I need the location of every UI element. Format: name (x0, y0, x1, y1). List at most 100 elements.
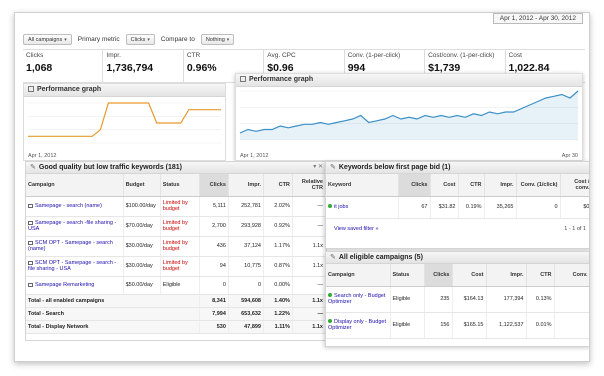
col-clicks[interactable]: Clicks (199, 174, 229, 197)
col-clicks[interactable]: Clicks (424, 264, 453, 287)
ctr-cell: 0.19% (458, 196, 485, 219)
graph-icon (240, 76, 246, 82)
budget-cell: $30.00/day (123, 236, 161, 257)
series-area (240, 91, 578, 140)
panel-header: ✎ Good quality but low traffic keywords (… (26, 162, 326, 174)
col-cost[interactable]: Cost (452, 264, 487, 287)
impr-cell: 177,394 (486, 286, 527, 313)
campaign-icon (28, 220, 33, 225)
clicks-cell: 235 (424, 286, 453, 313)
campaign-icon (28, 240, 33, 245)
keyword-cell: it jobs (326, 196, 399, 219)
chevron-down-icon: ▾ (64, 36, 67, 43)
col-campaign[interactable]: Campaign (326, 264, 391, 287)
keywords-table: Campaign Budget Status Clicks Impr. CTR … (26, 174, 326, 334)
ctr-cell: 1.11% (263, 320, 293, 334)
campaign-link[interactable]: Display only - Budget Optimizer (328, 319, 386, 332)
col-keyword[interactable]: Keyword (326, 174, 399, 197)
relative-ctr-cell: 1.1x (292, 320, 326, 334)
relative-ctr-cell: 1.1x (292, 294, 326, 308)
col-conv[interactable]: Conv. (1/click) (516, 174, 561, 197)
col-status[interactable]: Status (390, 264, 425, 287)
impr-cell: 37,124 (228, 236, 265, 257)
budget-cell: $70.00/day (123, 216, 161, 237)
primary-metric-label: Primary metric (77, 35, 120, 43)
status-cell: Eligible (160, 276, 200, 295)
relative-ctr-cell: 1.1x (292, 256, 326, 277)
graph-title: Performance graph (37, 86, 102, 93)
budget-cell: $100.00/day (123, 196, 161, 217)
compare-to-label: Compare to (160, 35, 195, 43)
relative-ctr-cell: 1.1x (292, 236, 326, 257)
metric-clicks[interactable]: Clicks 1,068 (23, 50, 102, 82)
clicks-cell: 0 (199, 276, 229, 295)
clicks-cell: 5,111 (199, 196, 229, 217)
keyword-link[interactable]: it jobs (334, 204, 348, 210)
line-chart-small (28, 102, 221, 144)
col-cost-per-conv[interactable]: Cost / conv. (560, 174, 589, 197)
campaign-link[interactable]: Samepage - search (name) (35, 203, 102, 209)
col-ctr[interactable]: CTR (263, 174, 293, 197)
col-clicks[interactable]: Clicks (398, 174, 431, 197)
col-relative-ctr[interactable]: Relative CTR (292, 174, 326, 197)
col-cost[interactable]: Cost (430, 174, 459, 197)
conv-cell (554, 312, 589, 339)
col-status[interactable]: Status (160, 174, 200, 197)
status-cell: Limited by budget (160, 236, 200, 257)
compare-to-dropdown[interactable]: Nothing ▾ (200, 33, 235, 45)
metric-label: Impr. (106, 52, 121, 59)
campaign-icon (28, 282, 33, 287)
campaign-link[interactable]: Samepage - search -file sharing - USA (28, 220, 116, 233)
ctr-cell: 0.13% (526, 286, 555, 313)
pencil-icon: ✎ (30, 164, 36, 171)
conv-cell: 0 (516, 196, 561, 219)
table-header-row: Campaign Budget Status Clicks Impr. CTR … (26, 174, 326, 197)
graph-title: Performance graph (249, 76, 314, 83)
campaign-cell: Samepage - search -file sharing - USA (26, 216, 124, 237)
graph-start-date: Apr 1, 2012 (28, 153, 57, 159)
pagination-text: 1 - 1 of 1 (564, 226, 586, 232)
metric-value: 1,736,794 (106, 62, 154, 74)
table-row: Samepage - search (name) $100.00/day Lim… (26, 196, 326, 217)
clicks-cell: 8,341 (199, 294, 229, 308)
campaign-link[interactable]: Search only - Budget Optimizer (328, 293, 385, 306)
campaign-icon (28, 203, 33, 208)
col-ctr[interactable]: CTR (526, 264, 555, 287)
campaigns-dropdown[interactable]: All campaigns ▾ (23, 33, 72, 45)
col-budget[interactable]: Budget (123, 174, 161, 197)
col-campaign[interactable]: Campaign (26, 174, 124, 197)
table-row: it jobs 67 $31.82 0.19% 35,265 0 $0 (326, 196, 589, 219)
col-impr[interactable]: Impr. (484, 174, 517, 197)
campaign-cell: Samepage Remarketing (26, 276, 124, 295)
campaign-link[interactable]: SCM OPT - Samepage - search -file sharin… (28, 260, 116, 273)
col-conv[interactable]: Conv. (554, 264, 589, 287)
status-dot-icon (328, 318, 332, 323)
status-cell: Limited by budget (160, 196, 200, 217)
campaign-link[interactable]: SCM OPT - Samepage - search (name) (28, 240, 113, 253)
campaign-link[interactable]: Samepage Remarketing (35, 282, 94, 288)
col-impr[interactable]: Impr. (228, 174, 265, 197)
col-impr[interactable]: Impr. (486, 264, 527, 287)
view-saved-filter-link[interactable]: View saved filter » (334, 226, 379, 232)
total-row: Total - Display Network 530 47,899 1.11%… (26, 320, 326, 334)
panel-controls-icon[interactable]: ▾ ✕ (313, 162, 323, 173)
date-range-selector[interactable]: Apr 1, 2012 - Apr 30, 2012 (492, 13, 583, 24)
graph-header: Performance graph (24, 84, 225, 97)
clicks-cell: 94 (199, 256, 229, 277)
metric-label: Cost (508, 52, 522, 59)
total-row: Total - all enabled campaigns 8,341 594,… (26, 294, 326, 308)
performance-graph-large: Performance graph Apr 1, 2012 Apr 30 (235, 73, 583, 161)
ctr-cell: 0.87% (263, 256, 293, 277)
clicks-cell: 436 (199, 236, 229, 257)
cost-cell: $165.15 (452, 312, 487, 339)
filter-bar: All campaigns ▾ Primary metric Clicks ▾ Co… (23, 32, 235, 46)
campaigns-dropdown-label: All campaigns (28, 36, 63, 43)
ctr-cell: 1.22% (263, 307, 293, 321)
status-cell: Eligible (390, 312, 425, 339)
primary-metric-dropdown[interactable]: Clicks ▾ (125, 33, 155, 45)
metric-impressions[interactable]: Impr. 1,736,794 (102, 50, 182, 82)
saved-filter-text[interactable]: View saved filter » (334, 226, 379, 232)
graph-header: Performance graph (236, 74, 582, 87)
col-ctr[interactable]: CTR (458, 174, 485, 197)
chevron-down-icon: ▾ (226, 36, 230, 43)
